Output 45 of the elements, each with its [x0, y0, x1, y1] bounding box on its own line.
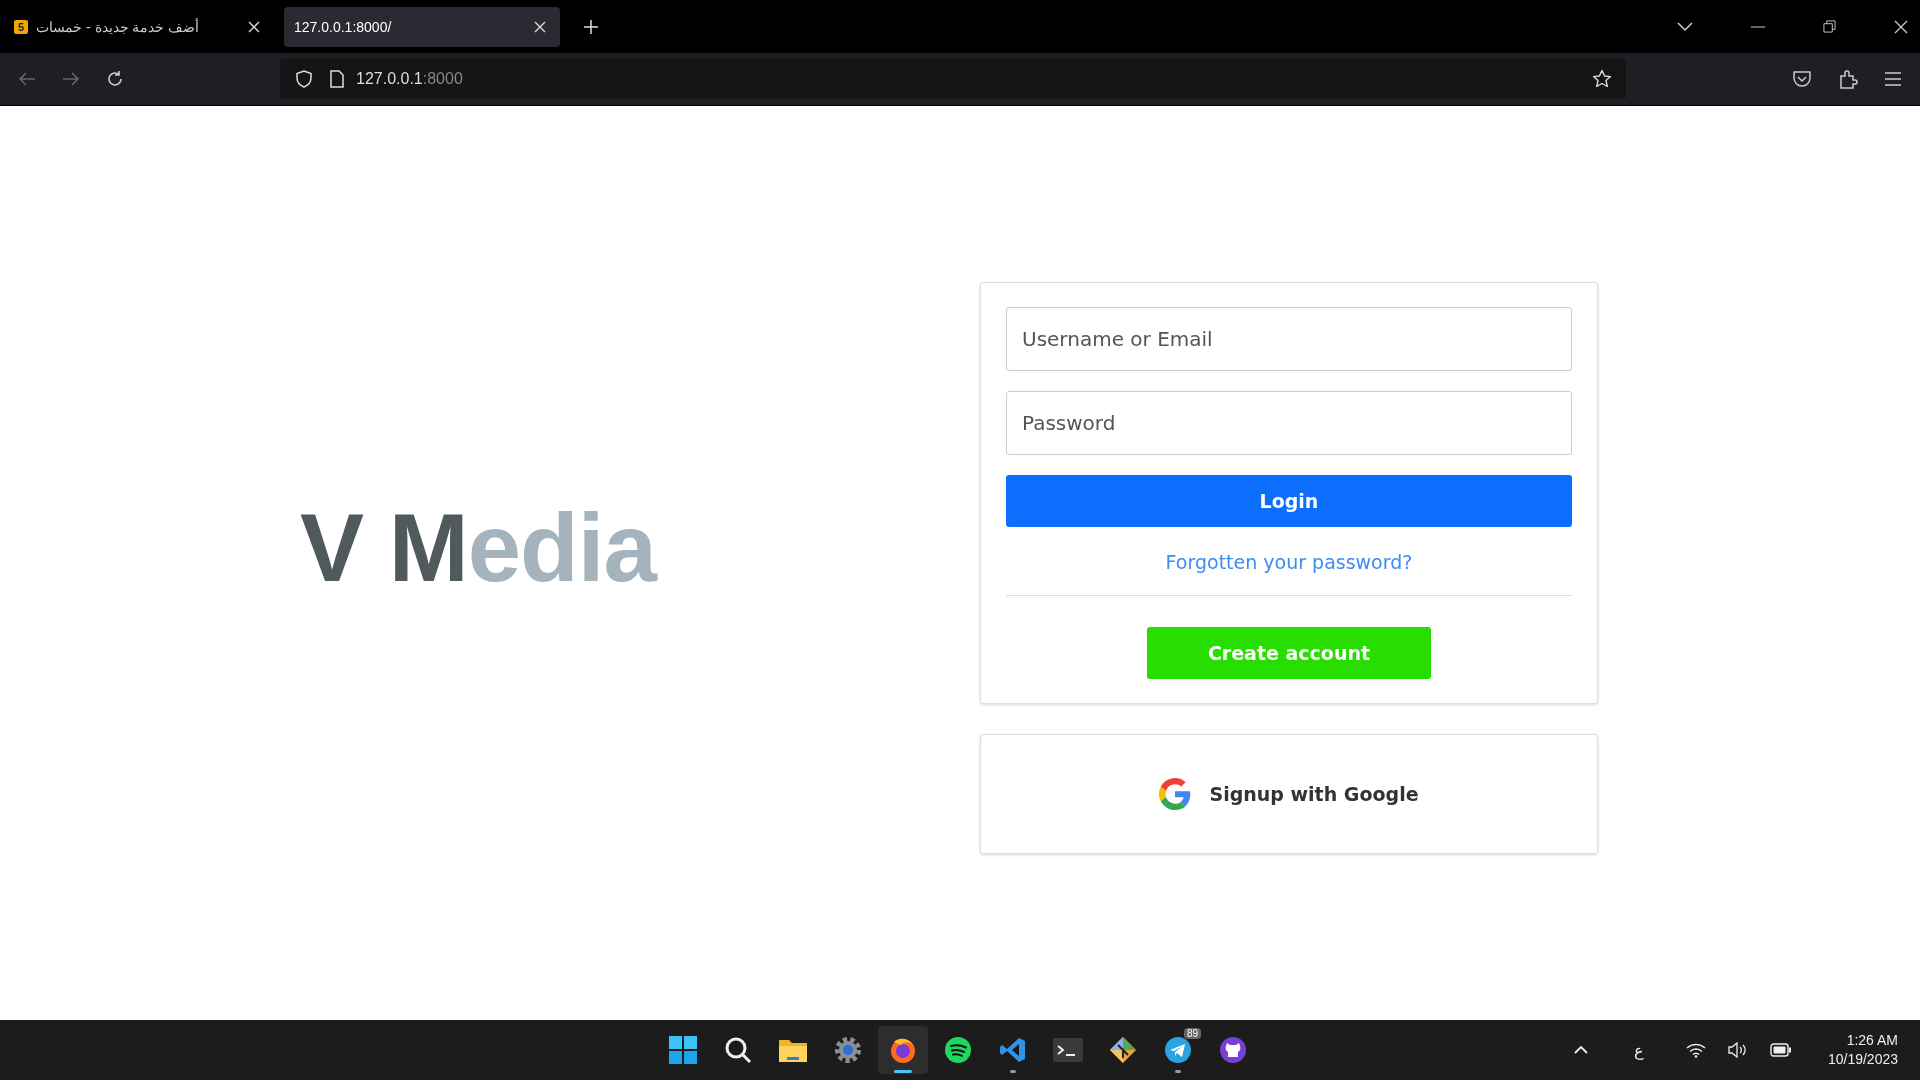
google-icon: [1159, 778, 1192, 810]
favicon-icon: 5: [14, 19, 29, 34]
reload-icon[interactable]: [106, 70, 124, 88]
browser-tab[interactable]: 127.0.0.1:8000/: [284, 6, 560, 47]
close-icon[interactable]: [1894, 19, 1908, 34]
notification-badge: 89: [1183, 1028, 1201, 1039]
taskbar-button[interactable]: 89: [1153, 1026, 1203, 1074]
restore-icon[interactable]: [1823, 20, 1836, 33]
search-icon: [724, 1036, 752, 1064]
battery-icon[interactable]: [1769, 1043, 1792, 1057]
gear-icon: [834, 1036, 862, 1064]
taskbar-button[interactable]: [878, 1026, 928, 1074]
password-field[interactable]: Password: [1006, 391, 1572, 455]
star-icon[interactable]: [1592, 69, 1612, 89]
logo: V Media: [300, 493, 656, 603]
menu-icon[interactable]: [1884, 72, 1902, 86]
folder-icon: [778, 1037, 808, 1063]
music-icon: [944, 1036, 972, 1064]
wifi-icon[interactable]: [1685, 1042, 1706, 1058]
start-icon: [669, 1036, 697, 1064]
clock-date: 10/19/2023: [1827, 1050, 1898, 1069]
login-button[interactable]: Login: [1006, 475, 1572, 527]
new-tab-icon[interactable]: [584, 19, 598, 34]
page-icon: [330, 70, 344, 88]
url-text: 127.0.0.1:8000: [356, 70, 463, 88]
back-icon[interactable]: [18, 71, 36, 87]
minimize-icon[interactable]: [1751, 25, 1765, 28]
shield-icon: [296, 70, 312, 88]
username-field[interactable]: Username or Email: [1006, 307, 1572, 371]
address-bar[interactable]: 127.0.0.1:8000: [280, 59, 1626, 99]
tab-title: 127.0.0.1:8000/: [294, 18, 393, 35]
forward-icon[interactable]: [62, 71, 80, 87]
language-indicator[interactable]: ع: [1633, 1040, 1644, 1060]
tab-title: أضف خدمة جديدة - خمسات: [36, 18, 201, 35]
close-icon[interactable]: [534, 20, 546, 33]
pocket-icon[interactable]: [1792, 70, 1812, 88]
puzzle-icon[interactable]: [1838, 69, 1858, 89]
chevron-down-icon[interactable]: [1677, 21, 1693, 32]
clock-time: 1:26 AM: [1846, 1031, 1898, 1050]
close-icon[interactable]: [248, 20, 260, 33]
speaker-icon[interactable]: [1727, 1042, 1748, 1058]
chevron-up-icon[interactable]: [1573, 1046, 1588, 1054]
code-icon: [999, 1036, 1027, 1064]
google-signup-button[interactable]: Signup with Google: [1153, 777, 1425, 811]
terminal-icon: [1053, 1038, 1083, 1062]
